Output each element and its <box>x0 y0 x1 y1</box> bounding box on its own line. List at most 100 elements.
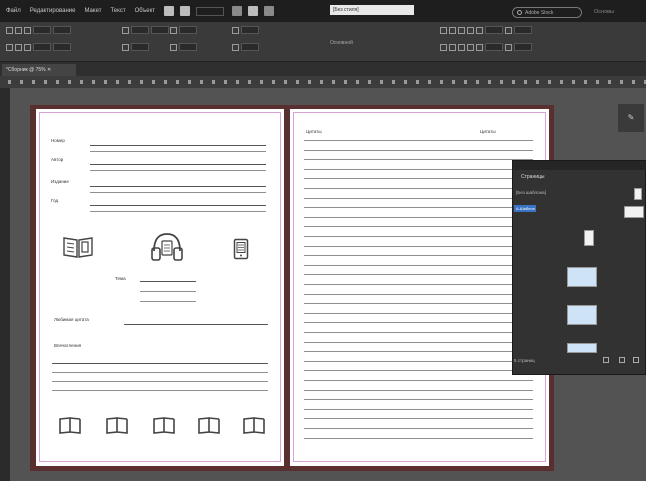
ruler-tick <box>236 80 239 84</box>
quote-line <box>304 390 533 391</box>
menu-edit[interactable]: Редактирование <box>30 8 76 14</box>
ruler-tick <box>476 80 479 84</box>
open-book-icon <box>63 237 93 258</box>
page-thumb-6-7[interactable] <box>567 343 597 353</box>
ruler-tick <box>224 80 227 84</box>
field-line <box>90 151 266 152</box>
quote-line <box>304 428 533 429</box>
ruler-tick <box>572 80 575 84</box>
baseline-controls[interactable] <box>232 42 259 52</box>
properties-icon[interactable]: ✎ <box>618 104 644 132</box>
quote-line <box>304 198 533 199</box>
quote-line <box>304 169 533 170</box>
ruler-tick <box>404 80 407 84</box>
left-page[interactable]: Номер Автор Издание Год Тема Любимая цит… <box>36 109 284 466</box>
kerning-controls[interactable] <box>170 42 197 52</box>
menu-type[interactable]: Текст <box>110 8 125 14</box>
search-label: Adobe Stock <box>525 9 554 16</box>
panel-header[interactable] <box>513 161 646 170</box>
view-icon[interactable] <box>232 6 243 16</box>
zoom-select[interactable] <box>196 6 225 16</box>
impressions-line <box>52 372 268 373</box>
impressions-line <box>52 390 268 391</box>
ruler-tick <box>368 80 371 84</box>
field-line <box>90 164 266 165</box>
ruler-tick <box>80 80 83 84</box>
page-thumb-4-5[interactable] <box>567 305 597 325</box>
font-size-controls[interactable] <box>122 25 169 35</box>
field-line <box>90 145 266 146</box>
page-thumb-2-3[interactable] <box>567 267 597 287</box>
menu-object[interactable]: Объект <box>135 8 155 14</box>
quote-line <box>304 399 533 400</box>
ruler-tick <box>284 80 287 84</box>
none-master-label[interactable]: [Без шаблона] <box>516 190 546 195</box>
page-count: 5 страниц <box>514 358 535 363</box>
ruler-tick <box>344 80 347 84</box>
quote-line <box>304 226 533 227</box>
quote-line <box>304 294 533 295</box>
master-thumb[interactable] <box>624 206 644 218</box>
paragraph-style-field[interactable]: [Без стиля] <box>330 5 414 15</box>
ruler-tick <box>308 80 311 84</box>
ruler-tick <box>152 80 155 84</box>
favorite-line <box>124 324 268 325</box>
menu-file[interactable]: Файл <box>6 8 21 14</box>
quote-line <box>304 150 533 151</box>
ruler-tick <box>548 80 551 84</box>
quote-line <box>304 274 533 275</box>
char-controls-row2[interactable] <box>6 42 71 52</box>
screen-mode-icon[interactable] <box>248 6 259 16</box>
ruler-tick <box>464 80 467 84</box>
paragraph-align-row2[interactable] <box>440 42 532 52</box>
leading-controls[interactable] <box>122 42 149 52</box>
right-page[interactable]: Цитаты Цитаты <box>290 109 549 466</box>
arrange-icon[interactable] <box>264 6 275 16</box>
workspace-switcher[interactable]: Основы <box>594 9 614 15</box>
quote-line <box>304 207 533 208</box>
horizontal-ruler[interactable] <box>0 76 646 88</box>
stock-search[interactable]: Adobe Stock <box>512 7 582 18</box>
ruler-tick <box>332 80 335 84</box>
new-page-icon[interactable] <box>619 357 625 363</box>
quote-line <box>304 322 533 323</box>
ruler-tick <box>524 80 527 84</box>
field-line <box>90 205 266 206</box>
quote-line <box>304 438 533 439</box>
rating-books[interactable] <box>58 415 268 435</box>
quote-line <box>304 217 533 218</box>
quote-line <box>304 236 533 237</box>
grid-icon[interactable] <box>180 6 191 16</box>
quote-line <box>304 351 533 352</box>
frame-icon[interactable] <box>164 6 175 16</box>
page-size-icon[interactable] <box>603 357 609 363</box>
document-tab[interactable]: *Сборник @ 75% ✕ <box>2 64 76 76</box>
tracking-controls[interactable] <box>170 25 197 35</box>
ruler-tick <box>320 80 323 84</box>
theme-line <box>140 281 196 282</box>
field-line <box>90 186 266 187</box>
ruler-tick <box>176 80 179 84</box>
ruler-tick <box>416 80 419 84</box>
ruler-tick <box>32 80 35 84</box>
delete-page-icon[interactable] <box>633 357 639 363</box>
char-controls-row1[interactable] <box>6 25 71 35</box>
ruler-tick <box>188 80 191 84</box>
character-style-field[interactable]: Основной <box>330 40 353 46</box>
quote-line <box>304 418 533 419</box>
quote-line <box>304 380 533 381</box>
panel-title[interactable]: Страницы <box>521 174 544 180</box>
quotes-header-left: Цитаты <box>306 129 322 134</box>
ruler-tick <box>488 80 491 84</box>
scale-controls[interactable] <box>232 25 259 35</box>
page-thumb-1[interactable] <box>584 230 594 246</box>
paragraph-align-row1[interactable] <box>440 25 532 35</box>
quote-line <box>304 246 533 247</box>
ruler-tick <box>248 80 251 84</box>
none-master-thumb[interactable] <box>634 188 642 200</box>
menu-layout[interactable]: Макет <box>84 8 101 14</box>
field-line <box>90 170 266 171</box>
quote-line <box>304 342 533 343</box>
ebook-reader-icon <box>233 238 249 260</box>
master-a-item[interactable]: A-Шаблон <box>514 205 536 212</box>
